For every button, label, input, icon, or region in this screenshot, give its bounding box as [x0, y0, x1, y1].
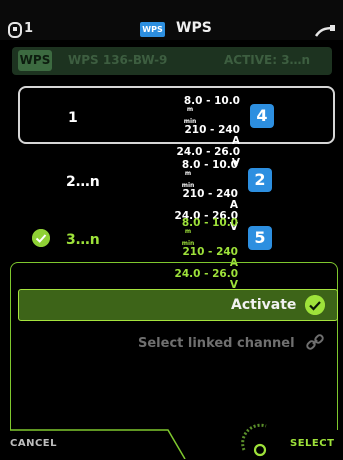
- activate-label: Activate: [231, 297, 297, 313]
- channel-badge: 5: [248, 226, 272, 250]
- wps-badge: WPS: [140, 22, 165, 37]
- wps-header: WPS WPS 136-BW-9 ACTIVE: 3…n: [12, 47, 332, 75]
- memory-slot-icon: [8, 22, 22, 38]
- channel-label: 3…n: [66, 232, 100, 248]
- select-linked-channel[interactable]: Select linked channel: [138, 336, 295, 351]
- channel-label: 2…n: [66, 174, 100, 190]
- rotary-knob-icon: [241, 423, 267, 457]
- speed-unit: m min: [181, 170, 195, 189]
- current-range: 210 - 240: [184, 124, 240, 136]
- speed-unit: m min: [181, 228, 195, 247]
- activate-button[interactable]: Activate: [18, 289, 338, 321]
- check-icon: [305, 295, 325, 315]
- active-check-icon: [32, 229, 50, 247]
- channel-row[interactable]: 2…n 8.0 - 10.0 m min 210 - 240 A 24.0 - 2…: [18, 152, 335, 233]
- slot-number: 1: [24, 21, 34, 36]
- cancel-button[interactable]: CANCEL: [10, 438, 57, 449]
- link-icon[interactable]: [306, 333, 324, 351]
- wps-name: WPS 136-BW-9: [68, 53, 168, 67]
- current-range: 210 - 240: [182, 246, 238, 258]
- channel-row[interactable]: 3…n 8.0 - 10.0 m min 210 - 240 A 24.0 - 2…: [18, 210, 335, 291]
- channel-label: 1: [68, 110, 78, 126]
- wps-header-badge: WPS: [18, 50, 52, 71]
- torch-icon: [314, 25, 335, 37]
- current-range: 210 - 240: [182, 188, 238, 200]
- speed-unit: m min: [183, 106, 197, 125]
- page-title: WPS: [176, 20, 212, 36]
- active-channel: ACTIVE: 3…n: [224, 53, 311, 67]
- channel-row[interactable]: 1 8.0 - 10.0 m min 210 - 240 A 24.0 - 26.…: [18, 86, 335, 169]
- channel-badge: 2: [248, 168, 272, 192]
- channel-badge: 4: [250, 104, 274, 128]
- status-bar: 1 WPS WPS: [0, 0, 343, 40]
- select-button[interactable]: SELECT: [290, 438, 334, 449]
